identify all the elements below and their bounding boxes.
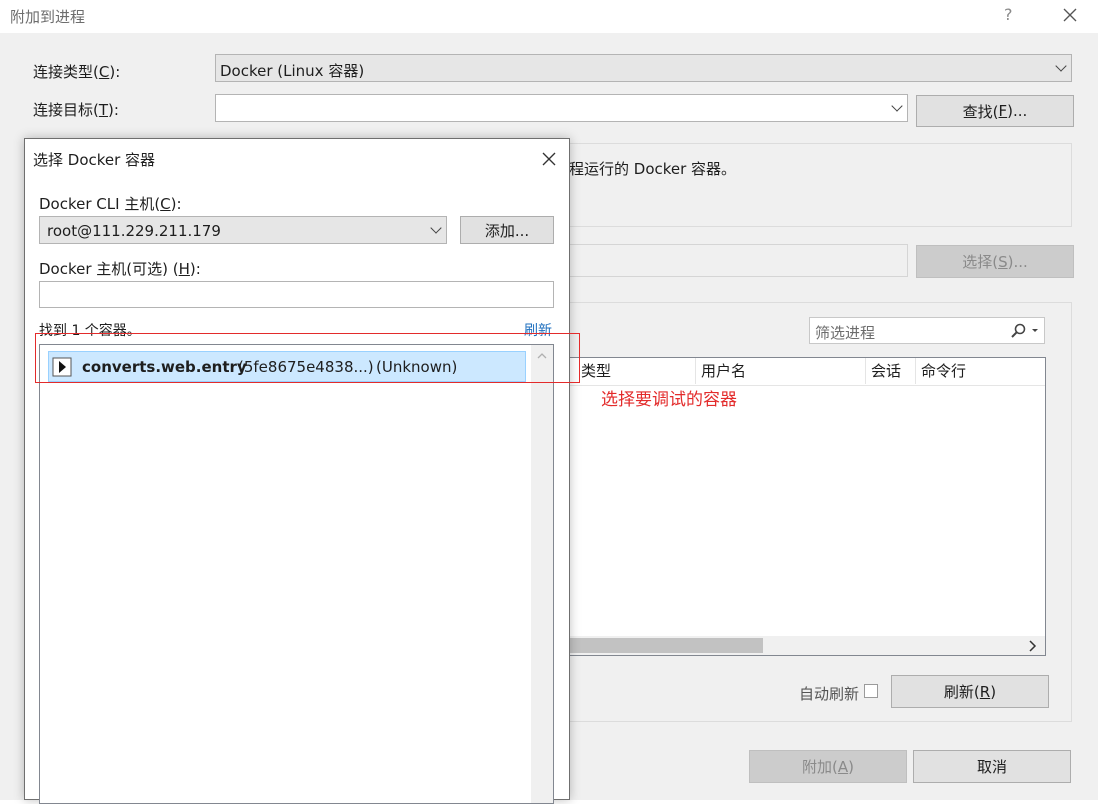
vertical-scrollbar[interactable] bbox=[531, 345, 553, 803]
process-source-field bbox=[560, 244, 908, 277]
connection-info-text: 程运行的 Docker 容器。 bbox=[569, 160, 737, 178]
cli-host-select[interactable]: root@111.229.211.179 bbox=[39, 216, 447, 244]
annotation-highlight-box bbox=[35, 333, 580, 383]
process-grid-header: 类型 用户名 会话 命令行 bbox=[561, 358, 1045, 386]
chevron-down-icon bbox=[1055, 60, 1067, 72]
auto-refresh-checkbox[interactable] bbox=[864, 684, 878, 698]
window-title: 附加到进程 bbox=[10, 8, 86, 26]
annotation-text: 选择要调试的容器 bbox=[601, 390, 737, 410]
column-session[interactable]: 会话 bbox=[866, 358, 916, 384]
horizontal-scrollbar[interactable] bbox=[561, 636, 1045, 655]
filter-placeholder: 筛选进程 bbox=[815, 324, 876, 342]
connection-type-select[interactable]: Docker (Linux 容器) bbox=[215, 54, 1072, 82]
container-list[interactable]: converts.web.entry (5fe8675e4838...) (Un… bbox=[39, 344, 554, 804]
column-username[interactable]: 用户名 bbox=[696, 358, 866, 384]
refresh-button[interactable]: 刷新(R) bbox=[891, 675, 1049, 708]
attach-button[interactable]: 附加(A) bbox=[749, 750, 907, 783]
scrollbar-thumb[interactable] bbox=[561, 638, 763, 653]
close-window-button[interactable] bbox=[1055, 0, 1085, 30]
select-docker-container-dialog: 选择 Docker 容器 Docker CLI 主机(C): root@111.… bbox=[24, 138, 570, 804]
connection-target-input[interactable] bbox=[215, 94, 908, 122]
select-button[interactable]: 选择(S)... bbox=[916, 245, 1074, 278]
connection-target-label: 连接目标(T): bbox=[33, 101, 119, 119]
dialog-title: 选择 Docker 容器 bbox=[33, 151, 156, 169]
column-commandline[interactable]: 命令行 bbox=[916, 358, 1045, 384]
close-icon bbox=[542, 152, 556, 166]
docker-host-input[interactable] bbox=[39, 281, 554, 308]
connection-type-label: 连接类型(C): bbox=[33, 63, 121, 81]
filter-processes-input[interactable]: 筛选进程 bbox=[809, 317, 1045, 344]
column-type[interactable]: 类型 bbox=[576, 358, 696, 384]
close-icon bbox=[1063, 8, 1077, 22]
auto-refresh-label: 自动刷新 bbox=[799, 685, 860, 703]
search-icon bbox=[1011, 323, 1038, 338]
add-host-button[interactable]: 添加... bbox=[460, 216, 554, 244]
connection-type-value: Docker (Linux 容器) bbox=[220, 62, 365, 80]
help-button[interactable]: ? bbox=[1004, 5, 1013, 24]
docker-host-label: Docker 主机(可选) (H): bbox=[39, 260, 201, 278]
dialog-close-button[interactable] bbox=[535, 145, 563, 173]
cancel-button[interactable]: 取消 bbox=[913, 750, 1071, 783]
chevron-right-icon[interactable] bbox=[1027, 639, 1039, 653]
find-button[interactable]: 查找(F)... bbox=[916, 95, 1074, 127]
title-bar: 附加到进程 ? bbox=[0, 0, 1098, 33]
chevron-down-icon bbox=[430, 222, 442, 234]
chevron-down-icon bbox=[891, 100, 903, 112]
cli-host-label: Docker CLI 主机(C): bbox=[39, 195, 182, 213]
cli-host-value: root@111.229.211.179 bbox=[47, 222, 221, 240]
